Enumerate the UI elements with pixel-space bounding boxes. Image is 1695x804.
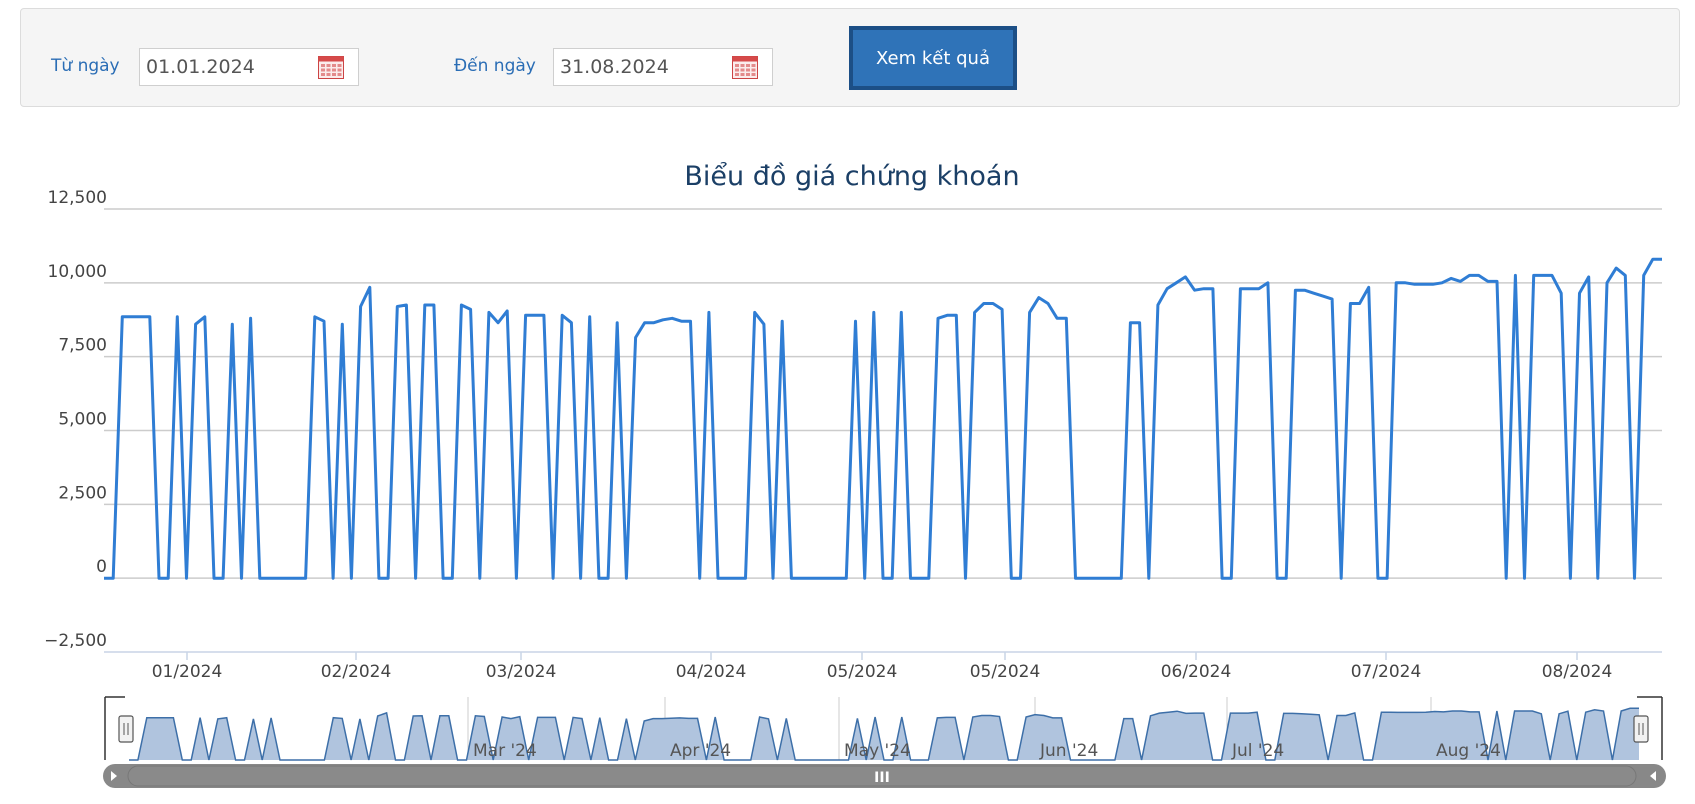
x-tick-label: 01/2024 [152, 662, 223, 682]
x-tick-label: 04/2024 [676, 662, 747, 682]
y-tick-label: 7,500 [58, 336, 107, 356]
stock-price-chart: Biểu đồ giá chứng khoán 12,500 10,000 7,50… [44, 161, 1666, 788]
y-tick-label: 10,000 [48, 262, 107, 282]
y-tick-label: 0 [96, 557, 107, 577]
y-tick-label: −2,500 [44, 631, 107, 651]
x-tick-label: 03/2024 [486, 662, 557, 682]
x-tick-label: 08/2024 [1542, 662, 1613, 682]
x-tick-label: 07/2024 [1351, 662, 1422, 682]
y-tick-label: 12,500 [48, 188, 107, 208]
navigator-label: Jul '24 [1231, 741, 1284, 761]
chart-title: Biểu đồ giá chứng khoán [684, 161, 1019, 192]
navigator-label: Jun '24 [1039, 741, 1098, 761]
x-tick-label: 06/2024 [1161, 662, 1232, 682]
navigator-handle-right[interactable] [1633, 715, 1649, 743]
x-tick-label: 05/2024 [970, 662, 1041, 682]
navigator[interactable]: Mar '24 Apr '24 May '24 Jun '24 Jul '24 Aug '… [104, 696, 1663, 761]
navigator-handle-left[interactable] [118, 715, 134, 743]
scrollbar-grip[interactable]: III [874, 770, 890, 786]
x-axis: 01/2024 02/2024 03/2024 04/2024 05/2024 05/20… [152, 652, 1613, 682]
price-series-line [104, 257, 1662, 580]
navigator-label: Aug '24 [1436, 741, 1501, 761]
navigator-label: Mar '24 [473, 741, 537, 761]
x-tick-label: 05/2024 [827, 662, 898, 682]
scrollbar[interactable]: III [103, 764, 1666, 788]
x-tick-label: 02/2024 [321, 662, 392, 682]
y-tick-label: 2,500 [58, 483, 107, 503]
navigator-label: Apr '24 [670, 741, 731, 761]
y-axis: 12,500 10,000 7,500 5,000 2,500 0 −2,500 [44, 188, 107, 651]
y-tick-label: 5,000 [58, 410, 107, 430]
navigator-label: May '24 [844, 741, 911, 761]
